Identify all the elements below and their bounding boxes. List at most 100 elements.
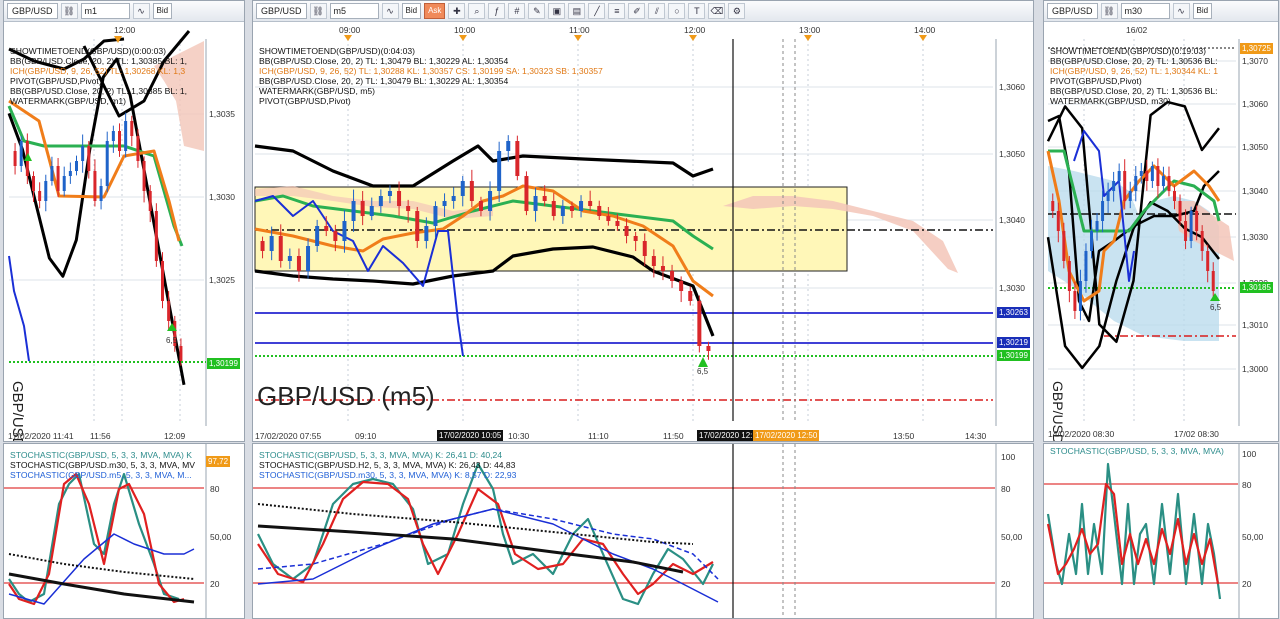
candle-body bbox=[679, 281, 684, 291]
candle-body bbox=[387, 191, 392, 196]
candle-body bbox=[633, 236, 638, 241]
stochastic-d bbox=[257, 480, 714, 596]
candle-body bbox=[433, 206, 438, 226]
candle-body bbox=[624, 226, 629, 236]
price-tag: 1,30725 bbox=[1240, 43, 1273, 54]
price-tag: 1,30185 bbox=[1240, 282, 1273, 293]
arrow-marker-label: 6,5 bbox=[697, 367, 709, 376]
candle-body bbox=[1161, 176, 1165, 186]
candle-body bbox=[1123, 171, 1127, 201]
bollinger-upper bbox=[254, 144, 714, 188]
candle-body bbox=[167, 301, 171, 321]
axis-tick-label: 11:50 bbox=[663, 431, 684, 441]
session-marker bbox=[459, 35, 467, 41]
top-time-label: 14:00 bbox=[914, 25, 936, 35]
osc-legend-line: STOCHASTIC(GBP/USD.m30, 5, 3, 3, MVA, MV bbox=[10, 460, 195, 470]
legend-line: BB(GBP/USD.Close, 20, 2) TL: 1,30385 BL:… bbox=[10, 56, 188, 66]
stochastic-chart-m30[interactable] bbox=[1044, 444, 1278, 618]
candle-body bbox=[697, 301, 702, 346]
candle-body bbox=[670, 271, 675, 281]
osc-legend-line: STOCHASTIC(GBP/USD, 5, 3, 3, MVA, MVA) K bbox=[10, 450, 192, 460]
candle-body bbox=[324, 226, 329, 231]
candle-body bbox=[569, 206, 574, 211]
price-tag: 1,30219 bbox=[997, 337, 1030, 348]
axis-tick-label: 20 bbox=[1001, 579, 1011, 589]
chart-panel-m5: GBP/USD ⛓ m5 ∿ Bid Ask ✚ ⌕ ƒ # ✎ ▣ ▤ ╱ ≡… bbox=[252, 0, 1034, 442]
candle-body bbox=[296, 256, 301, 271]
candle-body bbox=[651, 256, 656, 266]
candle-body bbox=[1184, 221, 1188, 241]
candle-body bbox=[136, 136, 140, 161]
stochastic-h2 bbox=[257, 524, 684, 574]
legend-line: PIVOT(GBP/USD,Pivot) bbox=[259, 96, 351, 106]
candle-body bbox=[124, 121, 128, 151]
indicator-legend: SHOWTIMETOEND(GBP/USD)(0:19:03) BB(GBP/US… bbox=[1050, 46, 1218, 106]
candle-body bbox=[260, 241, 265, 251]
arrow-up-marker bbox=[698, 357, 708, 367]
axis-tick-label: 10:30 bbox=[508, 431, 530, 441]
legend-line: PIVOT(GBP/USD,Pivot) bbox=[1050, 76, 1142, 86]
candle-body bbox=[154, 211, 158, 261]
price-tag: 1,30263 bbox=[997, 307, 1030, 318]
candle-body bbox=[1090, 231, 1093, 251]
candle-body bbox=[105, 141, 109, 186]
axis-tick-label: 20 bbox=[210, 579, 220, 589]
top-time-label: 12:00 bbox=[114, 25, 136, 35]
candle-body bbox=[506, 141, 511, 151]
candle-body bbox=[278, 236, 283, 261]
candle-body bbox=[1195, 211, 1199, 231]
axis-tick-label: 100 bbox=[1001, 452, 1016, 462]
axis-tick-label: 17/02/2020 07:55 bbox=[255, 431, 322, 441]
oscillator-legend: STOCHASTIC(GBP/USD, 5, 3, 3, MVA, MVA) K… bbox=[259, 450, 516, 480]
candle-body bbox=[342, 221, 347, 241]
candle-body bbox=[1139, 171, 1143, 176]
price-tag: 1,30199 bbox=[997, 350, 1030, 361]
candle-body bbox=[111, 131, 115, 141]
top-time-label: 13:00 bbox=[799, 25, 821, 35]
candle-body bbox=[118, 131, 121, 151]
candle-body bbox=[406, 206, 411, 211]
candle-body bbox=[50, 166, 54, 181]
osc-legend-line: STOCHASTIC(GBP/USD.H2, 5, 3, 3, MVA, MVA… bbox=[259, 460, 516, 470]
candle-body bbox=[1134, 176, 1138, 191]
legend-line: WATERMARK(GBP/USD, m30) bbox=[1050, 96, 1171, 106]
candle-body bbox=[442, 201, 447, 206]
candle-body bbox=[533, 196, 538, 211]
axis-tick-label: 50,00 bbox=[1001, 532, 1023, 542]
chikou-line bbox=[8, 255, 30, 362]
candle-body bbox=[99, 186, 103, 201]
session-marker bbox=[804, 35, 812, 41]
candle-body bbox=[1073, 291, 1077, 311]
osc-legend-line: STOCHASTIC(GBP/USD.m5, 5, 3, 3, MVA, M..… bbox=[10, 470, 192, 480]
axis-tick-label: 14:30 bbox=[965, 431, 987, 441]
watermark-text: GBP/USD (m5) bbox=[257, 381, 435, 411]
axis-tick-label: 1,3010 bbox=[1242, 320, 1268, 330]
axis-tick-label: 80 bbox=[1242, 480, 1252, 490]
candle-body bbox=[1200, 231, 1204, 251]
candle-body bbox=[1128, 191, 1132, 201]
axis-tick-label: 1,3025 bbox=[209, 275, 235, 285]
stochastic-d bbox=[8, 472, 185, 606]
candle-body bbox=[497, 151, 502, 191]
legend-line: SHOWTIMETOEND(GBP/USD)(0:19:03) bbox=[1050, 46, 1206, 56]
oscillator-legend: STOCHASTIC(GBP/USD, 5, 3, 3, MVA, MVA) K… bbox=[10, 450, 195, 480]
candle-body bbox=[13, 151, 17, 166]
axis-tick-label: 1,3035 bbox=[209, 109, 235, 119]
candle-body bbox=[451, 196, 456, 201]
candle-body bbox=[333, 231, 338, 241]
candle-body bbox=[161, 261, 164, 301]
legend-line: ICH(GBP/USD, 9, 26, 52) TL: 1,30344 KL: … bbox=[1050, 66, 1218, 76]
top-time-label: 11:00 bbox=[569, 25, 590, 35]
session-marker bbox=[344, 35, 352, 41]
candle-body bbox=[306, 246, 311, 271]
candle-body bbox=[1062, 231, 1066, 261]
candle-body bbox=[415, 211, 420, 241]
candle-body bbox=[142, 161, 146, 191]
legend-line: BB(GBP/USD.Close, 20, 2) TL: 1,30479 BL:… bbox=[259, 56, 509, 66]
legend-line: WATERMARK(GBP/USD, m5) bbox=[259, 86, 376, 96]
candle-body bbox=[424, 226, 429, 241]
oscillator-panel-m30: STOCHASTIC(GBP/USD, 5, 3, 3, MVA, MVA) 1… bbox=[1043, 443, 1279, 619]
axis-tick-label: 80 bbox=[1001, 484, 1011, 494]
axis-tick-label: 17/02/2020 11:41 bbox=[8, 431, 74, 441]
candle-body bbox=[1117, 171, 1121, 181]
